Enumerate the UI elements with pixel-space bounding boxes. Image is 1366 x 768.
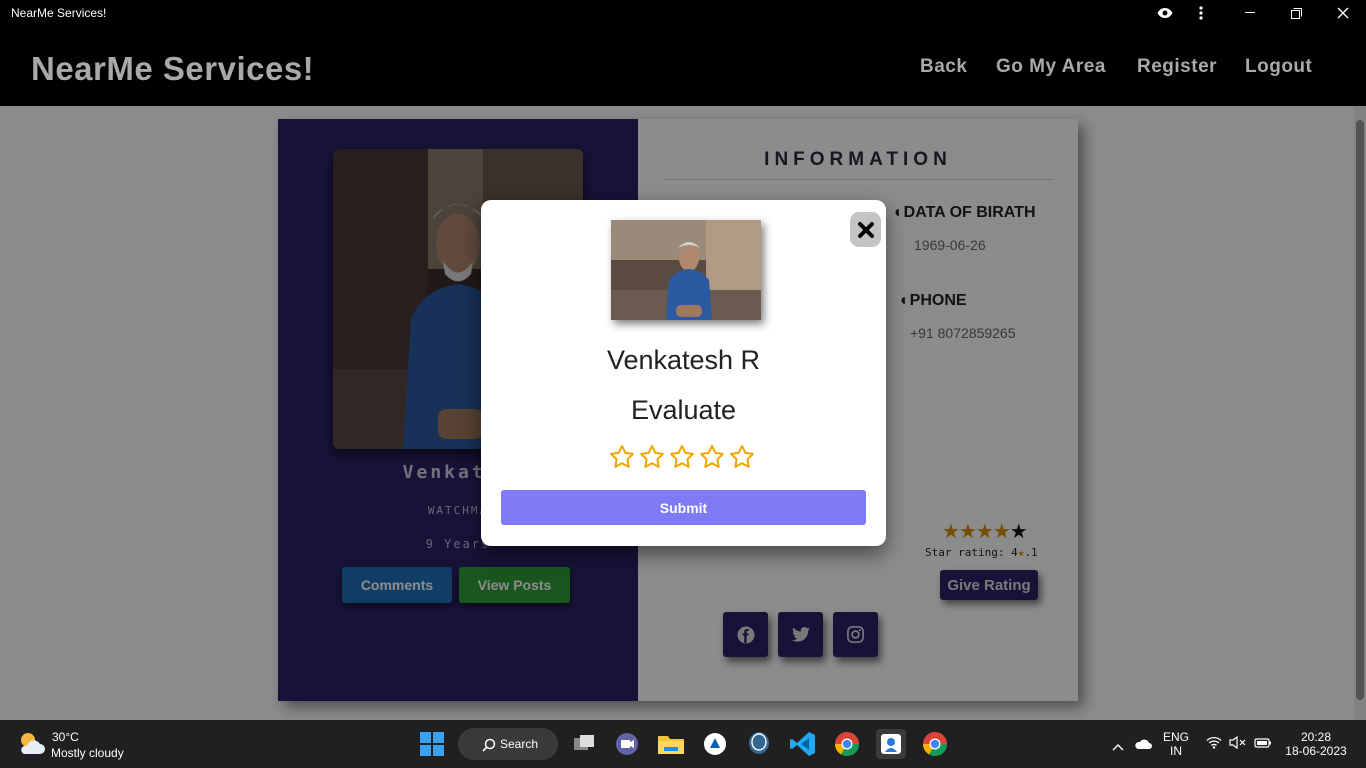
teams-chat-icon[interactable] xyxy=(612,729,642,759)
wifi-icon[interactable] xyxy=(1206,736,1222,754)
chevron-up-icon[interactable] xyxy=(1112,738,1124,756)
close-icon xyxy=(857,221,874,238)
modal-worker-name: Venkatesh R xyxy=(606,345,761,375)
modal-close-button[interactable] xyxy=(850,212,881,247)
modal-profile-photo xyxy=(611,220,761,320)
modal-title: Evaluate xyxy=(630,395,737,425)
chrome-icon[interactable] xyxy=(832,729,862,759)
nearme-app-icon[interactable] xyxy=(876,729,906,759)
rating-star-1-icon[interactable] xyxy=(609,444,635,470)
battery-charging-icon[interactable] xyxy=(1254,736,1272,754)
weather-description: Mostly cloudy xyxy=(51,746,124,760)
chrome-profile-icon[interactable] xyxy=(920,729,950,759)
nav-back[interactable]: Back xyxy=(920,56,967,78)
site-header: NearMe Services! Back Go My Area Registe… xyxy=(0,26,1366,106)
rating-star-5-icon[interactable] xyxy=(729,444,755,470)
clock-time: 20:28 xyxy=(1300,730,1332,744)
window-titlebar: NearMe Services! xyxy=(0,0,1366,26)
task-view-icon[interactable] xyxy=(569,729,599,759)
postgresql-icon[interactable] xyxy=(744,729,774,759)
app-circle-icon[interactable] xyxy=(700,729,730,759)
close-window-icon[interactable] xyxy=(1320,0,1366,26)
vscode-icon[interactable] xyxy=(788,729,818,759)
rating-star-selector xyxy=(609,444,755,470)
clock-date: 18-06-2023 xyxy=(1285,744,1347,758)
nav-register[interactable]: Register xyxy=(1137,56,1217,78)
language-code: ENG xyxy=(1163,730,1190,744)
brand-logo-text[interactable]: NearMe Services! xyxy=(31,50,314,88)
language-indicator[interactable]: ENG IN xyxy=(1163,730,1189,758)
region-code: IN xyxy=(1170,744,1182,758)
taskbar-search-label: Search xyxy=(500,737,539,751)
rating-star-2-icon[interactable] xyxy=(639,444,665,470)
taskbar-search[interactable]: Search xyxy=(458,728,558,760)
submit-rating-button[interactable]: Submit xyxy=(501,490,866,525)
windows-taskbar: 30°C Mostly cloudy Search ENG IN 20:28 1… xyxy=(0,720,1366,768)
windows-start-icon[interactable] xyxy=(420,732,444,761)
nav-logout[interactable]: Logout xyxy=(1245,56,1312,78)
search-icon xyxy=(482,738,496,752)
rating-star-4-icon[interactable] xyxy=(699,444,725,470)
system-clock[interactable]: 20:28 18-06-2023 xyxy=(1284,730,1348,758)
rating-star-3-icon[interactable] xyxy=(669,444,695,470)
volume-muted-icon[interactable] xyxy=(1229,735,1247,754)
weather-icon[interactable] xyxy=(16,730,46,761)
window-title: NearMe Services! xyxy=(11,6,107,20)
onedrive-cloud-icon[interactable] xyxy=(1134,737,1152,755)
more-options-icon[interactable] xyxy=(1178,0,1224,26)
restore-icon[interactable] xyxy=(1273,0,1319,26)
nav-go-my-area[interactable]: Go My Area xyxy=(996,56,1106,78)
weather-temperature: 30°C xyxy=(52,730,79,744)
rating-modal: Venkatesh R Evaluate Submit xyxy=(481,200,886,546)
file-explorer-icon[interactable] xyxy=(656,729,686,759)
minimize-icon[interactable] xyxy=(1227,0,1273,26)
